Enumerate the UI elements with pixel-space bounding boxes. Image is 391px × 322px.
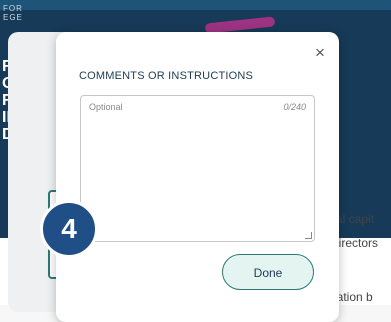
comments-input[interactable] — [81, 96, 314, 241]
step-number-badge: 4 — [40, 200, 98, 258]
comments-field: 0/240 — [80, 95, 315, 242]
logo-text-line-2: EGE — [3, 13, 23, 22]
hero-headline: ​ — [120, 0, 360, 18]
logo-text: FOR EGE — [3, 4, 23, 22]
logo-text-line-1: FOR — [3, 4, 23, 13]
character-counter: 0/240 — [283, 102, 306, 112]
resize-handle-icon[interactable] — [305, 232, 312, 239]
comments-modal: × COMMENTS OR INSTRUCTIONS 0/240 Done — [56, 32, 339, 322]
comments-label: COMMENTS OR INSTRUCTIONS — [79, 70, 254, 82]
done-button[interactable]: Done — [222, 254, 314, 290]
close-icon[interactable]: × — [312, 44, 328, 61]
